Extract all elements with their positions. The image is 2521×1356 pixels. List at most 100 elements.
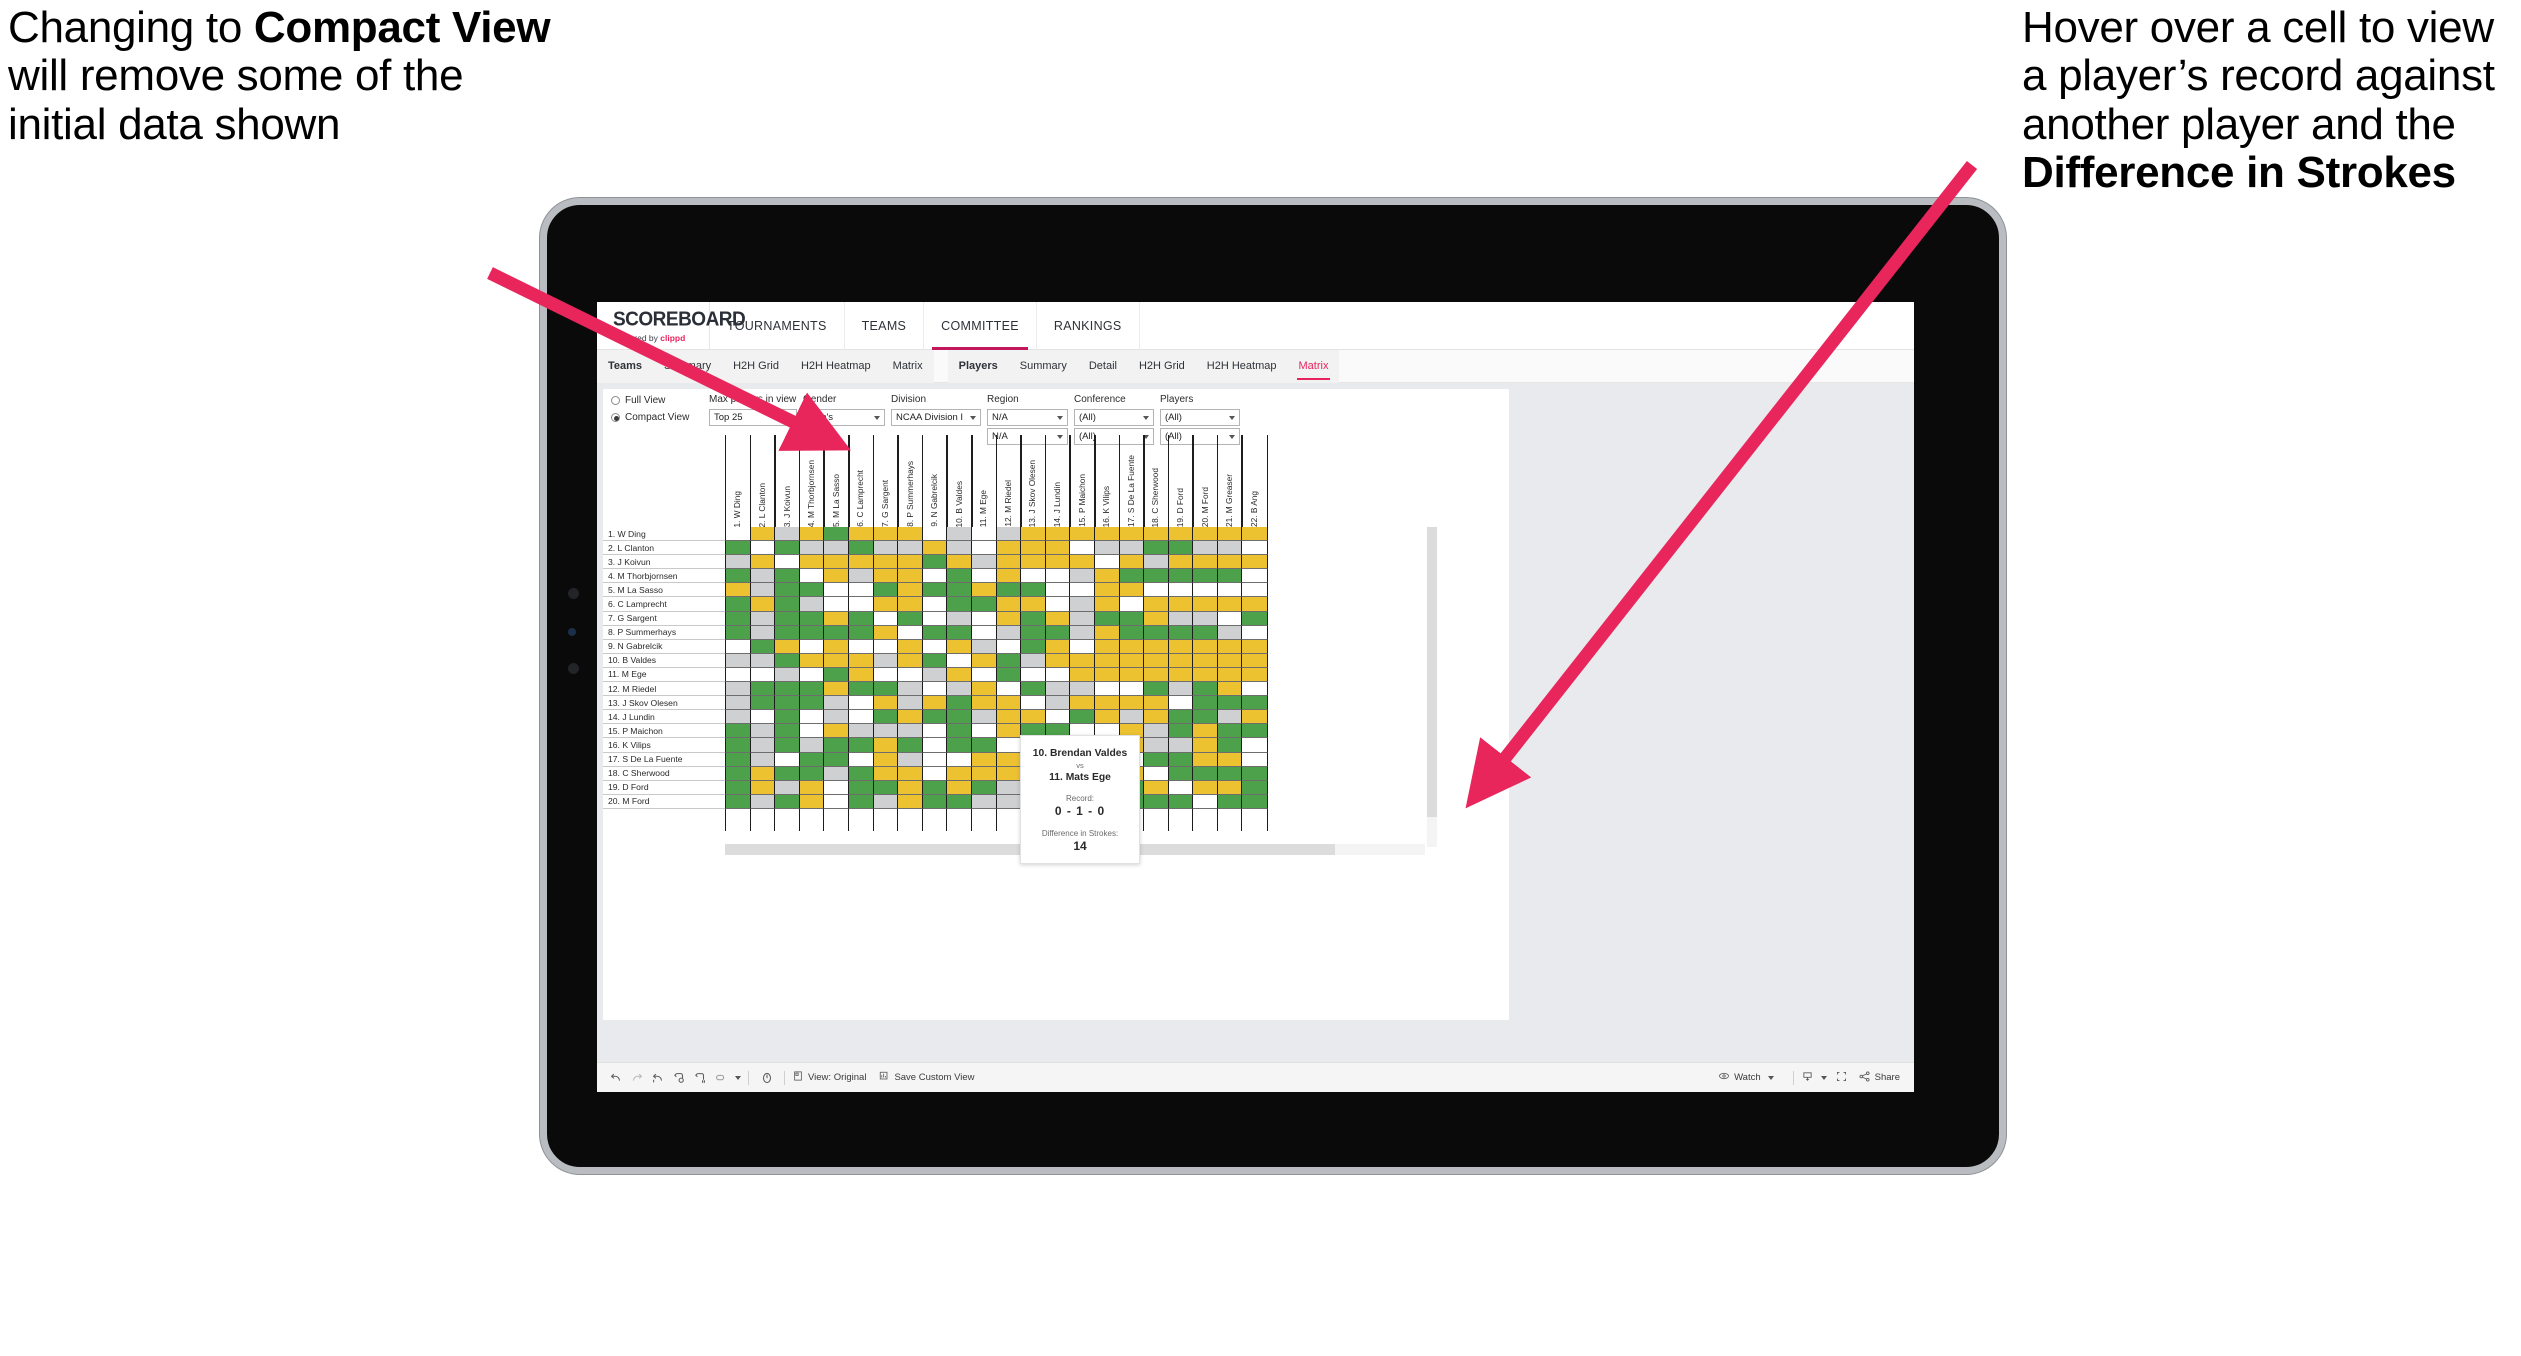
matrix-cell[interactable] (725, 780, 752, 795)
matrix-cell[interactable] (897, 569, 924, 584)
matrix-cell[interactable] (970, 766, 998, 781)
matrix-cell[interactable] (1241, 682, 1268, 697)
matrix-cell[interactable] (1044, 710, 1071, 725)
matrix-cell[interactable] (823, 682, 850, 697)
subtab-matrix-teams[interactable]: Matrix (882, 350, 934, 383)
matrix-cell[interactable] (1118, 639, 1145, 654)
matrix-cell[interactable] (1192, 738, 1219, 753)
matrix-cell[interactable] (823, 625, 850, 640)
watch-button[interactable]: Watch (1718, 1070, 1774, 1085)
matrix-cell[interactable] (872, 682, 899, 697)
pause-updates-icon[interactable] (689, 1067, 710, 1088)
matrix-cell[interactable] (1143, 639, 1170, 654)
matrix-cell[interactable] (872, 696, 899, 711)
matrix-cell[interactable] (725, 752, 752, 767)
matrix-cell[interactable] (946, 569, 973, 584)
filter-select[interactable]: Men's (803, 409, 885, 426)
matrix-cell[interactable] (1241, 597, 1268, 612)
matrix-cell[interactable] (995, 639, 1022, 654)
subtab-matrix-players[interactable]: Matrix (1288, 350, 1340, 383)
matrix-cell[interactable] (970, 710, 998, 725)
matrix-cell[interactable] (1069, 611, 1096, 626)
matrix-cell[interactable] (970, 738, 998, 753)
matrix-cell[interactable] (749, 696, 776, 711)
matrix-cell[interactable] (774, 738, 801, 753)
matrix-cell[interactable] (1216, 794, 1244, 809)
matrix-cell[interactable] (995, 724, 1022, 739)
matrix-cell[interactable] (1020, 696, 1047, 711)
matrix-cell[interactable] (823, 780, 850, 795)
matrix-cell[interactable] (970, 527, 998, 542)
matrix-cell[interactable] (749, 766, 776, 781)
matrix-row-label[interactable]: 19. D Ford (603, 780, 725, 795)
matrix-col-header[interactable]: 15. P Maichon (1069, 435, 1096, 527)
matrix-cell[interactable] (1118, 527, 1145, 542)
matrix-cell[interactable] (1241, 752, 1268, 767)
matrix-row-label[interactable]: 9. N Gabrelcik (603, 639, 725, 654)
radio-icon[interactable] (611, 413, 620, 422)
matrix-cell[interactable] (921, 710, 948, 725)
matrix-cell[interactable] (1192, 682, 1219, 697)
matrix-cell[interactable] (1093, 667, 1121, 683)
matrix-cell[interactable] (946, 696, 973, 711)
matrix-cell[interactable] (995, 569, 1022, 584)
matrix-col-header[interactable]: 12. M Riedel (995, 435, 1022, 527)
matrix-cell[interactable] (725, 625, 752, 640)
matrix-cell[interactable] (1044, 541, 1071, 556)
matrix-cell[interactable] (1241, 724, 1268, 739)
matrix-col-header[interactable]: 4. M Thorbjornsen (798, 435, 825, 527)
matrix-cell[interactable] (1143, 653, 1170, 668)
matrix-cell[interactable] (921, 794, 948, 809)
matrix-cell[interactable] (847, 527, 875, 542)
matrix-cell[interactable] (1020, 597, 1047, 612)
matrix-cell[interactable] (1241, 569, 1268, 584)
matrix-cell[interactable] (872, 667, 899, 683)
matrix-cell[interactable] (1093, 710, 1121, 725)
matrix-cell[interactable] (1093, 682, 1121, 697)
matrix-col-header[interactable]: 18. C Sherwood (1143, 435, 1170, 527)
matrix-cell[interactable] (1044, 597, 1071, 612)
matrix-cell[interactable] (847, 653, 875, 668)
matrix-cell[interactable] (1192, 696, 1219, 711)
matrix-cell[interactable] (995, 710, 1022, 725)
matrix-cell[interactable] (1118, 710, 1145, 725)
matrix-cell[interactable] (774, 710, 801, 725)
matrix-cell[interactable] (970, 653, 998, 668)
matrix-cell[interactable] (1093, 569, 1121, 584)
matrix-cell[interactable] (1192, 611, 1219, 626)
matrix-cell[interactable] (1118, 541, 1145, 556)
matrix-cell[interactable] (897, 653, 924, 668)
matrix-cell[interactable] (1044, 682, 1071, 697)
matrix-row-label[interactable]: 11. M Ege (603, 667, 725, 683)
matrix-cell[interactable] (798, 710, 825, 725)
matrix-cell[interactable] (798, 696, 825, 711)
matrix-cell[interactable] (774, 682, 801, 697)
matrix-cell[interactable] (1143, 682, 1170, 697)
matrix-cell[interactable] (749, 780, 776, 795)
matrix-row-label[interactable]: 4. M Thorbjornsen (603, 569, 725, 584)
subtab-teams-teams[interactable]: Teams (597, 350, 653, 383)
matrix-cell[interactable] (847, 625, 875, 640)
matrix-cell[interactable] (1167, 639, 1194, 654)
matrix-cell[interactable] (995, 667, 1022, 683)
save-custom-view-button[interactable]: Save Custom View (878, 1070, 975, 1085)
matrix-cell[interactable] (847, 682, 875, 697)
matrix-cell[interactable] (1118, 555, 1145, 570)
matrix-cell[interactable] (970, 597, 998, 612)
matrix-cell[interactable] (1143, 555, 1170, 570)
topnav-item-rankings[interactable]: RANKINGS (1037, 302, 1140, 350)
matrix-cell[interactable] (897, 639, 924, 654)
matrix-cell[interactable] (1020, 625, 1047, 640)
chevron-down-icon[interactable] (1143, 415, 1149, 420)
matrix-cell[interactable] (749, 794, 776, 809)
subtab-h2h-heatmap-teams[interactable]: H2H Heatmap (790, 350, 882, 383)
matrix-cell[interactable] (1241, 541, 1268, 556)
matrix-row-label[interactable]: 17. S De La Fuente (603, 752, 725, 767)
matrix-cell[interactable] (995, 527, 1022, 542)
matrix-cell[interactable] (847, 611, 875, 626)
matrix-cell[interactable] (1216, 541, 1244, 556)
matrix-cell[interactable] (1069, 527, 1096, 542)
matrix-cell[interactable] (823, 752, 850, 767)
matrix-cell[interactable] (1241, 710, 1268, 725)
matrix-cell[interactable] (1216, 766, 1244, 781)
